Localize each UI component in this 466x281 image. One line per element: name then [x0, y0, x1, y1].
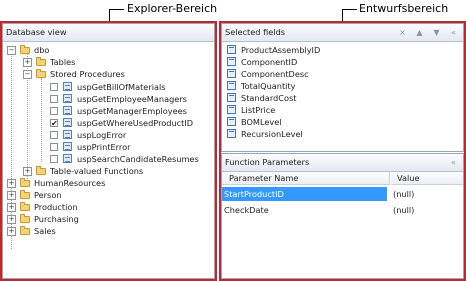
collapse-panel-icon[interactable]: «	[448, 154, 459, 171]
expand-icon[interactable]: +	[23, 58, 32, 67]
tree-node-label: HumanResources	[34, 178, 106, 188]
field-label: ComponentDesc	[241, 69, 309, 79]
field-label: BOMLevel	[241, 117, 282, 127]
tree-node-label: Tables	[50, 57, 76, 67]
callout-design-label: Entwurfsbereich	[359, 2, 449, 15]
expand-icon[interactable]: +	[23, 167, 32, 176]
database-view-panel: Database view − dbo + Tables − Stored Pr…	[2, 23, 215, 279]
procedure-label: uspGetEmployeeManagers	[77, 94, 187, 104]
stored-procedure-icon	[63, 82, 72, 91]
field-label: ProductAssemblyID	[241, 45, 321, 55]
field-icon	[227, 81, 236, 90]
tree-node-label: Stored Procedures	[50, 69, 125, 79]
field-icon	[227, 69, 236, 78]
folder-icon	[20, 190, 30, 199]
tree-connector	[41, 78, 42, 162]
folder-icon	[36, 166, 46, 175]
expand-icon[interactable]: +	[7, 227, 16, 236]
selected-fields-list: ProductAssemblyID ComponentID ComponentD…	[222, 42, 463, 150]
procedure-label: uspPrintError	[77, 142, 131, 152]
tree-node-label: dbo	[34, 45, 50, 55]
procedure-label: uspGetManagerEmployees	[77, 106, 187, 116]
stored-procedure-icon	[63, 118, 72, 127]
field-label: ComponentID	[241, 57, 298, 67]
field-icon	[227, 117, 236, 126]
callout-design-line-v	[342, 9, 343, 21]
parameter-value-cell[interactable]: (null)	[391, 187, 461, 201]
field-icon	[227, 45, 236, 54]
selected-fields-header: Selected fields × ▲ ▼ «	[222, 24, 463, 42]
selected-fields-panel: Selected fields × ▲ ▼ « ProductAssemblyI…	[221, 23, 464, 152]
stored-procedure-icon	[63, 142, 72, 151]
stored-procedure-icon	[63, 154, 72, 163]
folder-icon	[20, 202, 30, 211]
database-view-title: Database view	[6, 27, 67, 37]
column-header-parameter-name[interactable]: Parameter Name	[222, 172, 390, 185]
procedure-checkbox[interactable]	[50, 155, 58, 163]
field-icon	[227, 129, 236, 138]
parameters-grid: Parameter Name Value StartProductID (nul…	[222, 172, 463, 278]
procedure-checkbox[interactable]	[50, 143, 58, 151]
procedure-checkbox[interactable]	[50, 83, 58, 91]
stored-procedure-icon	[63, 130, 72, 139]
remove-field-icon[interactable]: ×	[397, 24, 408, 41]
expand-icon[interactable]: +	[7, 203, 16, 212]
tree-node-label: Purchasing	[34, 214, 79, 224]
function-parameters-header: Function Parameters «	[222, 154, 463, 172]
field-label: ListPrice	[241, 105, 276, 115]
folder-icon	[36, 57, 46, 66]
procedure-checkbox[interactable]: ✔	[50, 119, 58, 128]
procedure-label: uspGetBillOfMaterials	[77, 82, 166, 92]
collapse-icon[interactable]: −	[23, 70, 32, 79]
tree-node-label: Person	[34, 190, 62, 200]
field-label: StandardCost	[241, 93, 297, 103]
expand-icon[interactable]: +	[7, 191, 16, 200]
stored-procedure-icon	[63, 94, 72, 103]
column-header-value[interactable]: Value	[391, 172, 463, 185]
function-parameters-title: Function Parameters	[225, 157, 310, 167]
callout-explorer-line-h	[109, 9, 124, 10]
parameter-name-cell[interactable]: CheckDate	[222, 203, 387, 217]
folder-icon	[20, 178, 30, 187]
procedure-checkbox[interactable]	[50, 107, 58, 115]
callout-explorer-label: Explorer-Bereich	[127, 2, 218, 15]
stored-procedure-icon	[63, 106, 72, 115]
function-parameters-panel: Function Parameters « Parameter Name Val…	[221, 153, 464, 279]
field-icon	[227, 105, 236, 114]
procedure-label: uspLogError	[77, 130, 127, 140]
folder-icon	[20, 226, 30, 235]
procedure-checkbox[interactable]	[50, 95, 58, 103]
procedure-label: uspGetWhereUsedProductID	[77, 118, 194, 128]
field-label: RecursionLevel	[241, 129, 303, 139]
folder-icon	[20, 214, 30, 223]
database-view-header: Database view	[3, 24, 214, 42]
callout-design-line-h	[342, 9, 357, 10]
field-icon	[227, 57, 236, 66]
callout-explorer-line-v	[109, 9, 110, 21]
field-label: TotalQuantity	[241, 81, 296, 91]
move-up-icon[interactable]: ▲	[414, 24, 425, 41]
folder-icon	[20, 45, 30, 54]
collapse-panel-icon[interactable]: «	[448, 24, 459, 41]
tree-node-label: Table-valued Functions	[50, 166, 144, 176]
move-down-icon[interactable]: ▼	[431, 24, 442, 41]
database-tree: − dbo + Tables − Stored Procedures uspGe…	[3, 42, 214, 278]
expand-icon[interactable]: +	[7, 215, 16, 224]
tree-node-label: Production	[34, 202, 78, 212]
procedure-checkbox[interactable]	[50, 131, 58, 139]
selected-fields-title: Selected fields	[225, 27, 286, 37]
parameter-name-cell[interactable]: StartProductID	[222, 187, 387, 201]
tree-node-label: Sales	[34, 226, 56, 236]
collapse-icon[interactable]: −	[7, 46, 16, 55]
expand-icon[interactable]: +	[7, 179, 16, 188]
field-icon	[227, 93, 236, 102]
parameter-value-cell[interactable]: (null)	[391, 203, 461, 217]
folder-icon	[36, 69, 46, 78]
procedure-label: uspSearchCandidateResumes	[77, 154, 199, 164]
